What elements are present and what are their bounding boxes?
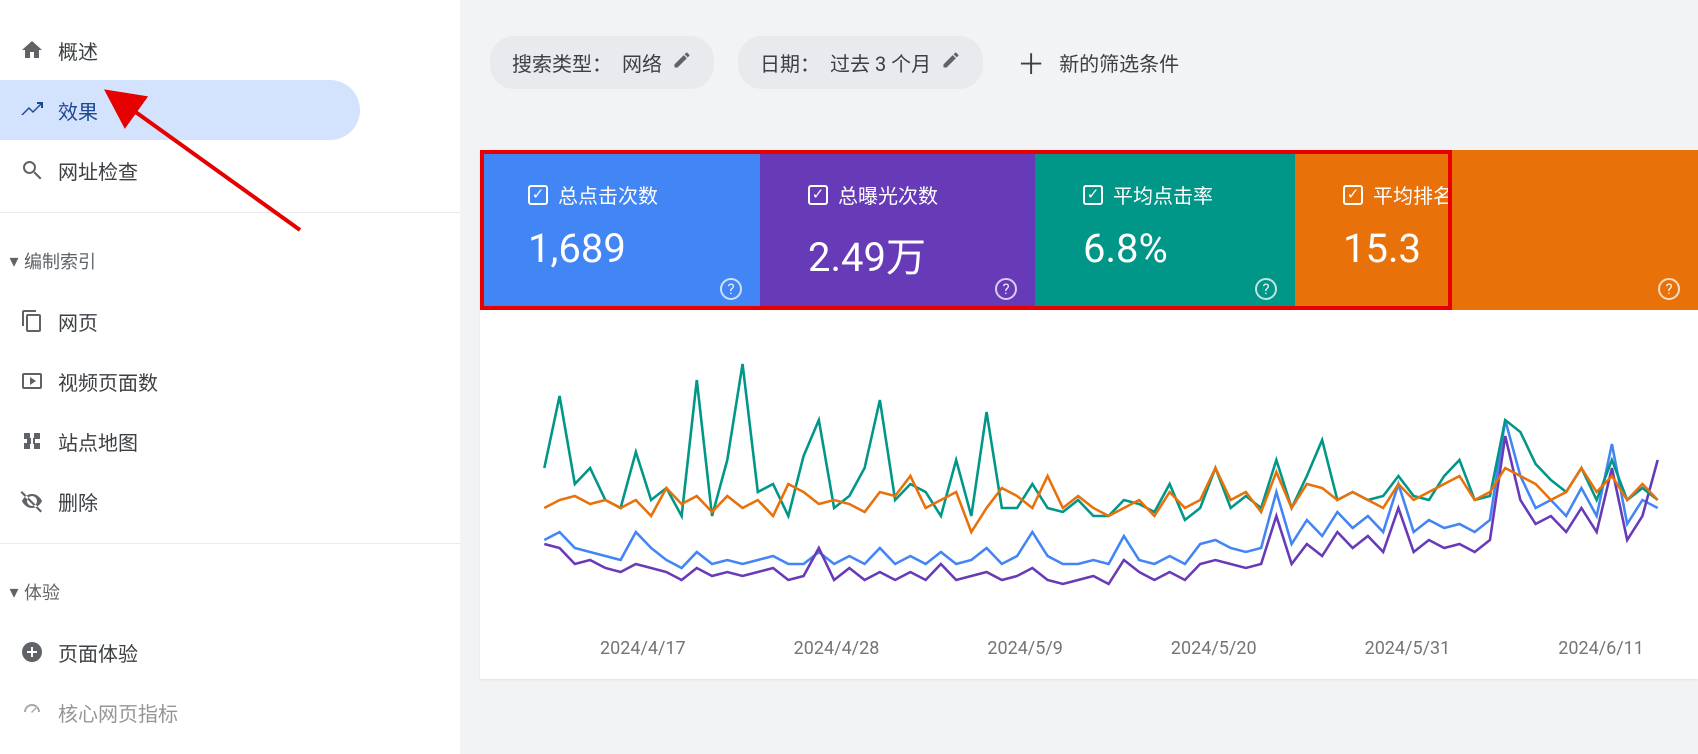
chip-prefix: 日期： bbox=[760, 48, 820, 77]
filter-bar: 搜索类型： 网络 日期： 过去 3 个月 ＋ 新的筛选条件 bbox=[460, 0, 1698, 89]
sidebar-item-overview[interactable]: 概述 bbox=[0, 20, 360, 80]
edit-icon bbox=[672, 50, 692, 75]
metric-label: 平均点击率 bbox=[1113, 180, 1213, 209]
chart-x-axis: 2024/4/17 2024/4/28 2024/5/9 2024/5/20 2024/… bbox=[534, 630, 1668, 669]
metric-label: 平均排名 bbox=[1373, 180, 1453, 209]
performance-card: 总点击次数 1,689 ? 总曝光次数 2.49万 ? 平均点击率 6.8% ? bbox=[480, 150, 1698, 679]
chip-value: 过去 3 个月 bbox=[830, 48, 931, 77]
sidebar-item-label: 网址检查 bbox=[58, 156, 138, 185]
x-tick: 2024/6/11 bbox=[1558, 638, 1644, 659]
sidebar-group-index[interactable]: ▾ 编制索引 bbox=[0, 231, 460, 291]
sidebar-item-sitemap[interactable]: 站点地图 bbox=[0, 411, 360, 471]
chip-value: 网络 bbox=[622, 48, 662, 77]
sidebar-item-cwv[interactable]: 核心网页指标 bbox=[0, 682, 360, 742]
sidebar-group-label: 编制索引 bbox=[24, 248, 96, 274]
sidebar-item-label: 效果 bbox=[58, 96, 98, 125]
series-平均点击率 bbox=[544, 364, 1657, 520]
chevron-down-icon: ▾ bbox=[4, 251, 24, 272]
help-icon[interactable]: ? bbox=[1658, 278, 1680, 300]
metric-impressions[interactable]: 总曝光次数 2.49万 ? bbox=[760, 150, 1035, 310]
sidebar-item-removals[interactable]: 删除 bbox=[0, 471, 360, 531]
sidebar-group-label: 体验 bbox=[24, 579, 60, 605]
checkbox-icon bbox=[808, 185, 828, 205]
speed-icon bbox=[12, 700, 52, 724]
filter-chip-date[interactable]: 日期： 过去 3 个月 bbox=[738, 36, 983, 89]
metric-value: 15.3 bbox=[1343, 225, 1698, 272]
trend-icon bbox=[12, 98, 52, 122]
metric-value: 1,689 bbox=[528, 225, 760, 272]
x-tick: 2024/5/31 bbox=[1365, 638, 1451, 659]
sidebar-item-label: 视频页面数 bbox=[58, 367, 158, 396]
home-icon bbox=[12, 38, 52, 62]
sidebar-item-page-experience[interactable]: 页面体验 bbox=[0, 622, 360, 682]
x-tick: 2024/5/9 bbox=[987, 638, 1063, 659]
sidebar-item-url-inspect[interactable]: 网址检查 bbox=[0, 140, 360, 200]
help-icon[interactable]: ? bbox=[720, 278, 742, 300]
x-tick: 2024/4/28 bbox=[794, 638, 880, 659]
divider bbox=[0, 212, 460, 213]
sidebar-item-performance[interactable]: 效果 bbox=[0, 80, 360, 140]
edit-icon bbox=[941, 50, 961, 75]
filter-chip-search-type[interactable]: 搜索类型： 网络 bbox=[490, 36, 714, 89]
video-icon bbox=[12, 369, 52, 393]
metrics-row: 总点击次数 1,689 ? 总曝光次数 2.49万 ? 平均点击率 6.8% ? bbox=[480, 150, 1698, 310]
checkbox-icon bbox=[1083, 185, 1103, 205]
chart-area: 2024/4/17 2024/4/28 2024/5/9 2024/5/20 2024/… bbox=[480, 310, 1698, 679]
checkbox-icon bbox=[528, 185, 548, 205]
performance-chart[interactable] bbox=[534, 330, 1668, 630]
sidebar-item-label: 网页 bbox=[58, 307, 98, 336]
sidebar-group-experience[interactable]: ▾ 体验 bbox=[0, 562, 460, 622]
chip-prefix: 搜索类型： bbox=[512, 48, 612, 77]
circle-plus-icon bbox=[12, 640, 52, 664]
metric-label: 总点击次数 bbox=[558, 180, 658, 209]
sidebar-item-video-pages[interactable]: 视频页面数 bbox=[0, 351, 360, 411]
help-icon[interactable]: ? bbox=[995, 278, 1017, 300]
hide-icon bbox=[12, 489, 52, 513]
chevron-down-icon: ▾ bbox=[4, 582, 24, 603]
sidebar-item-label: 删除 bbox=[58, 487, 98, 516]
plus-icon: ＋ bbox=[1017, 43, 1045, 83]
pages-icon bbox=[12, 309, 52, 333]
sidebar-item-label: 核心网页指标 bbox=[58, 698, 178, 727]
metric-value: 2.49万 bbox=[808, 225, 1035, 283]
metric-clicks[interactable]: 总点击次数 1,689 ? bbox=[480, 150, 760, 310]
sidebar-item-label: 概述 bbox=[58, 36, 98, 65]
sitemap-icon bbox=[12, 429, 52, 453]
x-tick: 2024/4/17 bbox=[600, 638, 686, 659]
divider bbox=[0, 543, 460, 544]
add-filter-button[interactable]: ＋ 新的筛选条件 bbox=[1007, 43, 1179, 83]
metric-ctr[interactable]: 平均点击率 6.8% ? bbox=[1035, 150, 1295, 310]
main-panel: 搜索类型： 网络 日期： 过去 3 个月 ＋ 新的筛选条件 总点击次数 1,68… bbox=[460, 0, 1698, 754]
help-icon[interactable]: ? bbox=[1255, 278, 1277, 300]
checkbox-icon bbox=[1343, 185, 1363, 205]
sidebar-item-label: 站点地图 bbox=[58, 427, 138, 456]
metric-value: 6.8% bbox=[1083, 225, 1295, 272]
sidebar-item-pages[interactable]: 网页 bbox=[0, 291, 360, 351]
x-tick: 2024/5/20 bbox=[1171, 638, 1257, 659]
add-filter-label: 新的筛选条件 bbox=[1059, 48, 1179, 77]
metric-position[interactable]: 平均排名 15.3 ? bbox=[1295, 150, 1698, 310]
metric-label: 总曝光次数 bbox=[838, 180, 938, 209]
search-icon bbox=[12, 158, 52, 182]
sidebar: 概述 效果 网址检查 ▾ 编制索引 网页 视频页面数 站点地图 删除 bbox=[0, 0, 460, 754]
sidebar-item-label: 页面体验 bbox=[58, 638, 138, 667]
